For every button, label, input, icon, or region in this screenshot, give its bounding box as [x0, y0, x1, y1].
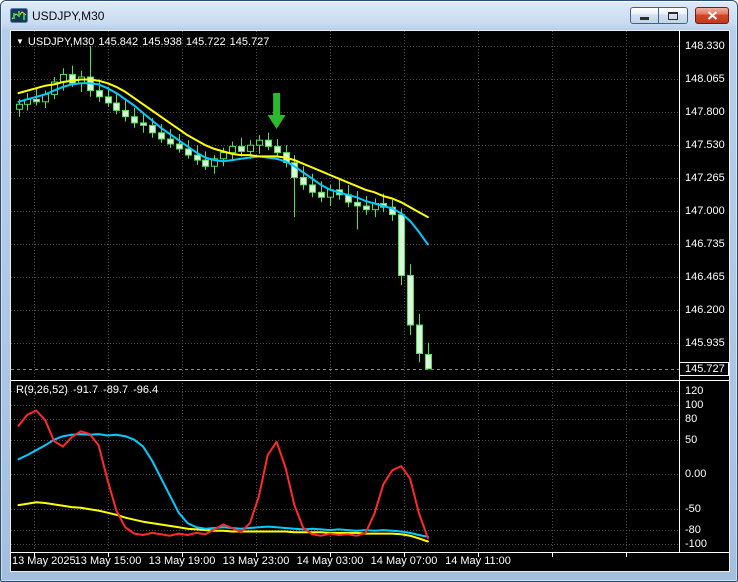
time-axis-label: 14 May 11:00 [445, 555, 511, 567]
price-axis-label: 147.000 [685, 204, 725, 217]
ohlc-close-value: 145.727 [229, 36, 270, 48]
ohlc-open-value: 145.842 [98, 36, 139, 48]
indicator-axis-label: -100 [685, 538, 708, 550]
ohlc-low-value: 145.722 [185, 36, 226, 48]
indicator-axis-label: 80 [685, 412, 698, 425]
maximize-button[interactable] [659, 7, 688, 24]
indicator-axis-label: 0.00 [685, 468, 707, 481]
price-axis[interactable]: 148.330 148.065 147.800 147.530 147.265 147.0… [679, 31, 729, 552]
chart-symbol-label: USDJPY,M30 [27, 36, 95, 48]
indicator-value-1: -91.7 [72, 384, 99, 396]
price-axis-label: 146.200 [685, 304, 725, 317]
minimize-icon [640, 17, 649, 20]
minimize-button[interactable] [630, 7, 659, 24]
sell-arrow-icon [267, 93, 286, 130]
ohlc-high-value: 145.938 [142, 36, 182, 48]
price-axis-label: 148.330 [685, 40, 725, 52]
indicator-axis-label: -50 [685, 503, 701, 516]
indicator-axis-label: -80 [685, 524, 701, 537]
indicator-label: R(9,26,52) -91.7 -89.7 -96.4 [16, 384, 163, 396]
price-axis-label: 146.465 [685, 271, 725, 284]
window-title: USDJPY,M30 [32, 9, 105, 23]
time-axis-label: 14 May 07:00 [370, 555, 438, 567]
price-axis-label: 147.530 [685, 139, 725, 152]
chart-canvas[interactable] [11, 31, 729, 571]
window-controls [630, 7, 729, 24]
maximize-icon [668, 11, 678, 20]
indicator-value-2: -89.7 [103, 384, 129, 396]
window-titlebar[interactable]: USDJPY,M30 [1, 1, 737, 30]
symbol-dropdown-icon[interactable]: ▼ [16, 37, 24, 46]
time-axis-label: 14 May 03:00 [296, 555, 364, 567]
panel-separator[interactable] [11, 377, 729, 383]
price-axis-label: 146.735 [685, 237, 725, 250]
indicator-value-3: -96.4 [133, 384, 159, 396]
price-axis-label: 147.265 [685, 172, 725, 185]
indicator-axis-label: 120 [685, 385, 704, 397]
current-price-badge: 145.727 [679, 361, 729, 376]
time-axis-label: 13 May 2025 [12, 555, 76, 567]
price-axis-label: 147.800 [685, 105, 725, 118]
chart-client-area: ▼ USDJPY,M30 145.842 145.938 145.722 145.727 … [10, 30, 730, 572]
close-button[interactable] [695, 7, 729, 24]
indicator-name: R(9,26,52) [16, 384, 68, 396]
price-axis-label: 148.065 [685, 72, 725, 85]
time-axis-label: 13 May 23:00 [222, 555, 290, 567]
close-icon [707, 11, 717, 20]
time-axis-label: 13 May 15:00 [74, 555, 142, 567]
price-axis-label: 145.935 [685, 337, 725, 349]
time-axis[interactable]: 13 May 2025 13 May 15:00 13 May 19:00 13 Ma… [11, 553, 729, 571]
indicator-axis-label: 50 [685, 433, 698, 446]
chart-ohlc-header: ▼ USDJPY,M30 145.842 145.938 145.722 145.727 [16, 36, 273, 48]
time-axis-label: 13 May 19:00 [148, 555, 216, 567]
chart-window-icon[interactable] [10, 8, 28, 23]
indicator-axis-label: 100 [685, 398, 704, 411]
mt4-chart-window: USDJPY,M30 ▼ USDJPY,M30 145.842 145.938 145.… [0, 0, 738, 582]
